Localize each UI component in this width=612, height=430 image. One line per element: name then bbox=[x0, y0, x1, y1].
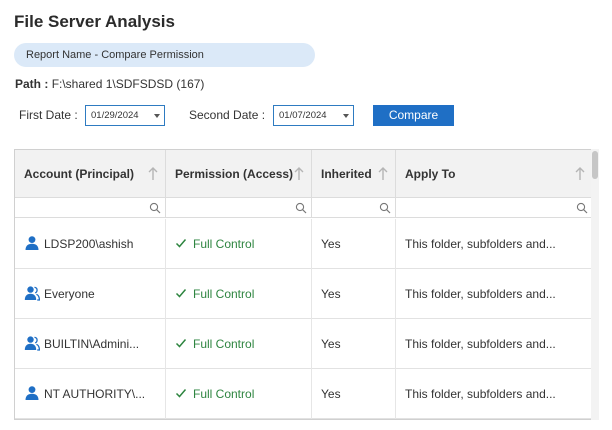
inherited-cell: Yes bbox=[312, 369, 396, 419]
grid-header: Account (Principal) Permission (Access) … bbox=[15, 150, 598, 198]
account-cell: LDSP200\ashish bbox=[15, 219, 166, 269]
account-name: NT AUTHORITY\... bbox=[44, 387, 146, 401]
user-icon bbox=[25, 236, 39, 251]
account-cell: BUILTIN\Admini... bbox=[15, 319, 166, 369]
filter-account[interactable] bbox=[15, 198, 166, 218]
sort-arrow-icon[interactable] bbox=[294, 167, 304, 181]
apply-to-value: This folder, subfolders and... bbox=[405, 237, 556, 251]
apply-to-value: This folder, subfolders and... bbox=[405, 337, 556, 351]
search-icon[interactable] bbox=[295, 202, 307, 214]
search-icon[interactable] bbox=[149, 202, 161, 214]
apply-to-cell: This folder, subfolders and... bbox=[396, 319, 592, 369]
scrollbar-thumb[interactable] bbox=[592, 151, 598, 179]
chevron-down-icon bbox=[343, 114, 349, 118]
chevron-down-icon bbox=[154, 114, 160, 118]
account-cell: NT AUTHORITY\... bbox=[15, 369, 166, 419]
path-label: Path : bbox=[15, 77, 49, 91]
page-title: File Server Analysis bbox=[14, 12, 175, 31]
permissions-grid: Account (Principal) Permission (Access) … bbox=[14, 149, 599, 420]
apply-to-cell: This folder, subfolders and... bbox=[396, 269, 592, 319]
table-row[interactable]: LDSP200\ashish Full Control Yes This fol… bbox=[15, 219, 598, 269]
filter-permission[interactable] bbox=[166, 198, 312, 218]
group-icon bbox=[24, 336, 40, 351]
column-header-label: Account (Principal) bbox=[24, 167, 135, 181]
permission-value: Full Control bbox=[193, 237, 255, 251]
column-header-label: Apply To bbox=[405, 167, 456, 181]
second-date-value: 01/07/2024 bbox=[279, 110, 327, 121]
inherited-value: Yes bbox=[321, 337, 341, 351]
permission-value: Full Control bbox=[193, 387, 255, 401]
second-date-label: Second Date : bbox=[189, 108, 266, 122]
search-icon[interactable] bbox=[576, 202, 588, 214]
permission-cell: Full Control bbox=[166, 269, 312, 319]
apply-to-cell: This folder, subfolders and... bbox=[396, 369, 592, 419]
inherited-value: Yes bbox=[321, 287, 341, 301]
apply-to-value: This folder, subfolders and... bbox=[405, 387, 556, 401]
check-icon bbox=[175, 339, 187, 348]
check-icon bbox=[175, 389, 187, 398]
apply-to-cell: This folder, subfolders and... bbox=[396, 219, 592, 269]
apply-to-value: This folder, subfolders and... bbox=[405, 287, 556, 301]
path-value: F:\shared 1\SDFSDSD (167) bbox=[51, 77, 205, 91]
table-row[interactable]: NT AUTHORITY\... Full Control Yes This f… bbox=[15, 369, 598, 419]
filter-apply-to[interactable] bbox=[396, 198, 592, 218]
permission-cell: Full Control bbox=[166, 219, 312, 269]
path-line: Path : F:\shared 1\SDFSDSD (167) bbox=[15, 77, 204, 91]
report-name-pill: Report Name - Compare Permission bbox=[14, 43, 315, 67]
column-header-label: Inherited bbox=[321, 167, 372, 181]
filter-row bbox=[15, 198, 598, 218]
column-header-label: Permission (Access) bbox=[175, 167, 294, 181]
permission-cell: Full Control bbox=[166, 319, 312, 369]
account-name: BUILTIN\Admini... bbox=[44, 337, 140, 351]
inherited-value: Yes bbox=[321, 237, 341, 251]
permission-cell: Full Control bbox=[166, 369, 312, 419]
inherited-cell: Yes bbox=[312, 269, 396, 319]
sort-arrow-icon[interactable] bbox=[378, 167, 388, 181]
inherited-value: Yes bbox=[321, 387, 341, 401]
permission-value: Full Control bbox=[193, 337, 255, 351]
sort-arrow-icon[interactable] bbox=[575, 167, 585, 181]
first-date-value: 01/29/2024 bbox=[91, 110, 139, 121]
account-name: Everyone bbox=[44, 287, 95, 301]
column-header-apply-to[interactable]: Apply To bbox=[396, 150, 592, 198]
search-icon[interactable] bbox=[379, 202, 391, 214]
first-date-label: First Date : bbox=[19, 108, 78, 122]
inherited-cell: Yes bbox=[312, 319, 396, 369]
permission-value: Full Control bbox=[193, 287, 255, 301]
account-cell: Everyone bbox=[15, 269, 166, 319]
filter-inherited[interactable] bbox=[312, 198, 396, 218]
column-header-permission[interactable]: Permission (Access) bbox=[166, 150, 312, 198]
compare-button[interactable]: Compare bbox=[373, 105, 454, 126]
user-icon bbox=[25, 386, 39, 401]
inherited-cell: Yes bbox=[312, 219, 396, 269]
column-header-inherited[interactable]: Inherited bbox=[312, 150, 396, 198]
second-date-dropdown[interactable]: 01/07/2024 bbox=[273, 105, 354, 126]
check-icon bbox=[175, 289, 187, 298]
account-name: LDSP200\ashish bbox=[44, 237, 134, 251]
check-icon bbox=[175, 239, 187, 248]
sort-arrow-icon[interactable] bbox=[148, 167, 158, 181]
vertical-scrollbar[interactable] bbox=[591, 149, 599, 420]
group-icon bbox=[24, 286, 40, 301]
column-header-account[interactable]: Account (Principal) bbox=[15, 150, 166, 198]
table-row[interactable]: Everyone Full Control Yes This folder, s… bbox=[15, 269, 598, 319]
first-date-dropdown[interactable]: 01/29/2024 bbox=[85, 105, 165, 126]
table-row[interactable]: BUILTIN\Admini... Full Control Yes This … bbox=[15, 319, 598, 369]
